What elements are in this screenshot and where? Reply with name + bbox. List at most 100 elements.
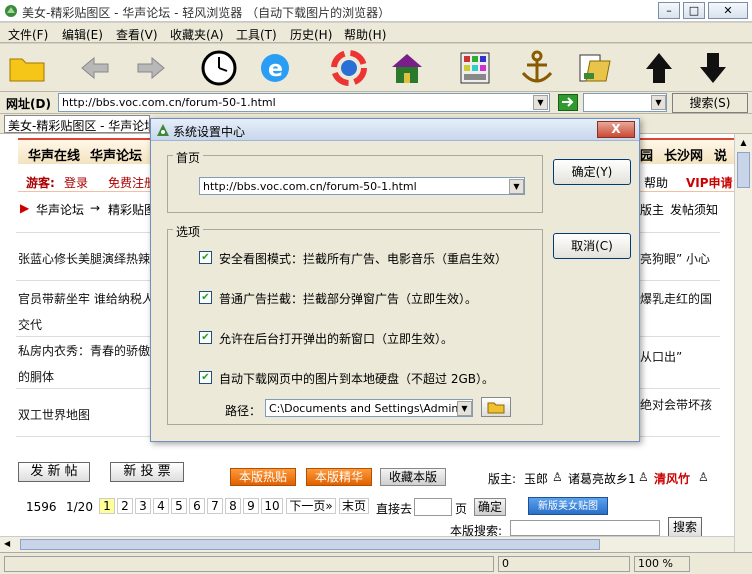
menu-tools[interactable]: 工具(T): [236, 26, 277, 43]
go-icon[interactable]: [558, 94, 578, 111]
forward-icon[interactable]: [128, 47, 174, 89]
scroll-up-icon[interactable]: ▲: [737, 138, 750, 151]
nav-link-more[interactable]: 说: [714, 145, 727, 164]
menu-help[interactable]: 帮助(H): [344, 26, 386, 43]
page-link[interactable]: 1: [99, 498, 115, 514]
minimize-button[interactable]: –: [658, 2, 680, 19]
new-vote-button[interactable]: 新 投 票: [110, 462, 184, 482]
title-bar: 美女-精彩贴图区 - 华声论坛 - 轻风浏览器 （自动下载图片的浏览器） – □…: [0, 0, 752, 22]
user-icon: ♙: [698, 470, 709, 484]
page-link[interactable]: 2: [117, 498, 133, 514]
clock-icon[interactable]: [196, 47, 242, 89]
user-icon: ♙: [552, 470, 563, 484]
option-checkbox-2[interactable]: ✔: [199, 291, 212, 304]
page-link[interactable]: 3: [135, 498, 151, 514]
menu-favorites[interactable]: 收藏夹(A): [170, 26, 224, 43]
post-title-1b[interactable]: 亮狗眼” 小心: [640, 250, 720, 267]
new-post-button[interactable]: 发 新 帖: [18, 462, 90, 482]
save-icon[interactable]: [572, 47, 618, 89]
post-title-3b[interactable]: 从口出”: [640, 348, 720, 365]
up-icon[interactable]: [636, 47, 682, 89]
help-link[interactable]: 帮助: [644, 174, 668, 191]
nav-link-changsha[interactable]: 长沙网: [664, 145, 703, 164]
status-text: [4, 556, 494, 572]
vertical-scrollbar[interactable]: ▲: [734, 134, 752, 552]
page-link[interactable]: 4: [153, 498, 169, 514]
close-button[interactable]: ✕: [708, 2, 748, 19]
folder-icon[interactable]: [4, 47, 50, 89]
page-link[interactable]: 9: [243, 498, 259, 514]
menu-history[interactable]: 历史(H): [290, 26, 332, 43]
post-title-2b[interactable]: 爆乳走红的国: [640, 290, 720, 307]
page-link[interactable]: 8: [225, 498, 241, 514]
hot-posts-button[interactable]: 本版热贴: [230, 468, 296, 486]
path-dropdown-icon[interactable]: ▼: [457, 401, 472, 416]
post-title-4b[interactable]: 绝对会带坏孩: [640, 396, 720, 413]
elite-posts-button[interactable]: 本版精华: [306, 468, 372, 486]
anchor-icon[interactable]: [514, 47, 560, 89]
menu-edit[interactable]: 编辑(E): [62, 26, 103, 43]
home-url-select[interactable]: http://bbs.voc.com.cn/forum-50-1.html: [199, 177, 525, 195]
ie-icon[interactable]: e: [252, 47, 298, 89]
page-link[interactable]: 10: [261, 498, 283, 514]
register-link[interactable]: 免费注册: [108, 174, 156, 191]
url-input[interactable]: http://bbs.voc.com.cn/forum-50-1.html: [58, 93, 550, 112]
option-label-2: 普通广告拦截：拦截部分弹窗广告（立即生效）。: [219, 292, 478, 306]
new-board-link[interactable]: 新版美女贴图: [528, 497, 608, 515]
board-search-input[interactable]: [510, 520, 660, 536]
goto-page-input[interactable]: [414, 498, 452, 516]
option-checkbox-1[interactable]: ✔: [199, 251, 212, 264]
engine-dropdown-icon[interactable]: ▼: [651, 95, 666, 110]
refresh-icon[interactable]: [326, 47, 372, 89]
moderator-2[interactable]: 诸葛亮故乡1: [568, 470, 636, 487]
moderator-1[interactable]: 玉郎: [524, 470, 548, 487]
browse-folder-button[interactable]: [481, 397, 511, 417]
dialog-icon: [155, 122, 171, 141]
login-link[interactable]: 登录: [64, 174, 88, 191]
nav-link-bbs[interactable]: 华声论坛: [90, 145, 142, 164]
cancel-button[interactable]: 取消(C): [553, 233, 631, 259]
option-checkbox-3[interactable]: ✔: [199, 331, 212, 344]
next-page-link[interactable]: 下一页»: [286, 498, 336, 514]
board-search-button[interactable]: 搜索: [668, 517, 702, 537]
last-page-link[interactable]: 末页: [339, 498, 369, 514]
url-dropdown-icon[interactable]: ▼: [533, 95, 548, 110]
nav-link-voc[interactable]: 华声在线: [28, 145, 80, 164]
favorite-board-button[interactable]: 收藏本版: [380, 468, 446, 486]
menu-file[interactable]: 文件(F): [8, 26, 48, 43]
scroll-left-icon[interactable]: ◀: [4, 539, 10, 548]
vip-link[interactable]: VIP申请: [686, 174, 733, 191]
crumb-board[interactable]: 精彩贴图: [108, 201, 156, 218]
goto-unit: 页: [455, 502, 468, 516]
page-link[interactable]: 5: [171, 498, 187, 514]
scroll-thumb[interactable]: [20, 539, 600, 550]
page-link[interactable]: 6: [189, 498, 205, 514]
zoom-level[interactable]: 100 %: [634, 556, 690, 572]
download-path-select[interactable]: C:\Documents and Settings\Administrato: [265, 399, 473, 417]
window-title: 美女-精彩贴图区 - 华声论坛 - 轻风浏览器 （自动下载图片的浏览器）: [22, 6, 391, 20]
restore-button[interactable]: □: [683, 2, 705, 19]
nav-link-garden[interactable]: 园: [640, 145, 653, 164]
search-button[interactable]: 搜索(S): [672, 93, 748, 113]
menu-view[interactable]: 查看(V): [116, 26, 158, 43]
ok-button[interactable]: 确定(Y): [553, 159, 631, 185]
option-label-4: 自动下载网页中的图片到本地硬盘（不超过 2GB）。: [219, 372, 494, 386]
dialog-close-button[interactable]: X: [597, 121, 635, 138]
crumb-moderator[interactable]: 版主: [640, 201, 664, 218]
progress-value: 0: [498, 556, 630, 572]
home-icon[interactable]: [384, 47, 430, 89]
option-checkbox-4[interactable]: ✔: [199, 371, 212, 384]
page-link[interactable]: 7: [207, 498, 223, 514]
crumb-icon: ▶: [20, 201, 30, 215]
goto-button[interactable]: 确定: [474, 498, 506, 516]
crumb-forum[interactable]: 华声论坛: [36, 201, 84, 218]
horizontal-scrollbar[interactable]: ◀: [0, 536, 734, 552]
back-icon[interactable]: [72, 47, 118, 89]
grid-icon[interactable]: [452, 47, 498, 89]
down-icon[interactable]: [690, 47, 736, 89]
crumb-rules[interactable]: 发帖须知: [670, 201, 718, 218]
moderator-3[interactable]: 清风竹: [654, 470, 690, 487]
home-url-dropdown-icon[interactable]: ▼: [509, 179, 524, 194]
scroll-thumb[interactable]: [737, 152, 750, 188]
tab-current[interactable]: 美女-精彩贴图区 - 华声论坛: [4, 115, 150, 133]
